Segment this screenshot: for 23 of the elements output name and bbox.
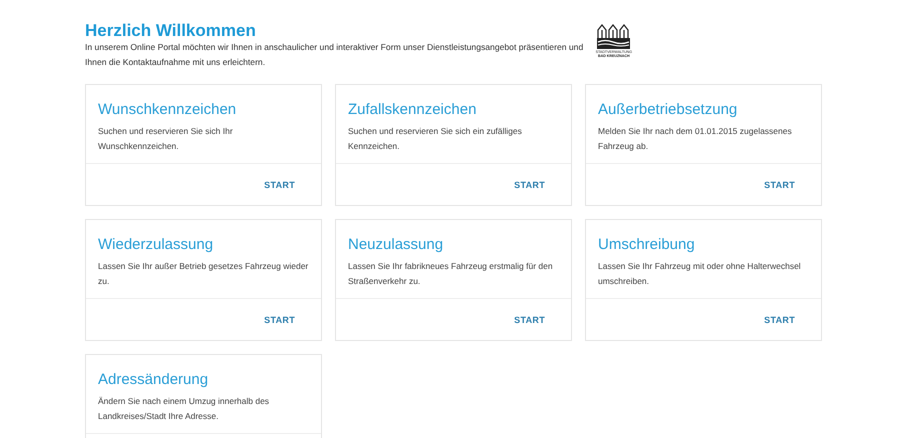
card-description: Melden Sie Ihr nach dem 01.01.2015 zugelassenes Fahrzeug ab. (598, 125, 793, 153)
start-link[interactable]: START (514, 180, 545, 190)
start-link[interactable]: START (264, 180, 295, 190)
start-link[interactable]: START (264, 314, 295, 324)
card-title: Umschreibung (598, 236, 696, 254)
card-description: Suchen und reservieren Sie sich Ihr Wunschkennzeichen. (98, 125, 234, 153)
card-title: Außerbetriebsetzung (598, 101, 738, 119)
card-description: Suchen und reservieren Sie sich ein zufälliges Kennzeichen. (348, 125, 523, 153)
card-title: Wiederzulassung (98, 236, 214, 254)
page-heading: Herzlich Willkommen (85, 22, 257, 40)
card-description: Lassen Sie Ihr außer Betrieb gesetzes Fahrzeug wieder zu. (98, 260, 309, 288)
card-description: Lassen Sie Ihr fabrikneues Fahrzeug erstmalig für den Straßenverkehr zu. (348, 260, 554, 288)
arches-logo-icon (596, 24, 632, 50)
intro-text: In unserem Online Portal möchten wir Ihnen in anschaulicher und interaktiver Form unser Dienstleistungsangebot präsentieren und Ihnen die Kontaktaufnahme mit uns erleichtern. (85, 41, 584, 69)
start-link[interactable]: START (514, 314, 545, 324)
card-title: Wunschkennzeichen (98, 101, 238, 119)
start-link[interactable]: START (764, 180, 795, 190)
start-link[interactable]: START (764, 314, 795, 324)
card-title: Neuzulassung (348, 236, 444, 254)
card-description: Ändern Sie nach einem Umzug innerhalb des Landkreises/Stadt Ihre Adresse. (98, 395, 270, 423)
card-title: Zufallskennzeichen (348, 101, 478, 119)
card-description: Lassen Sie Ihr Fahrzeug mit oder ohne Halterwechsel umschreiben. (598, 260, 802, 288)
card-title: Adressänderung (98, 371, 210, 389)
